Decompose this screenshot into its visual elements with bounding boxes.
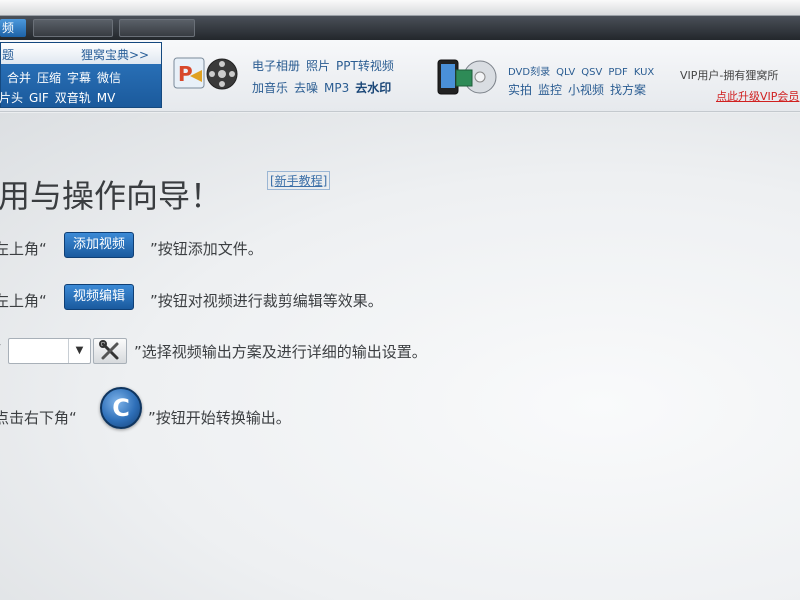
tab-add-effects[interactable] <box>119 19 195 37</box>
step-text: ”按钮开始转换输出。 <box>148 409 291 427</box>
feature-link-ppt-to-video[interactable]: PPT转视频 <box>336 59 394 73</box>
edit-video-button[interactable]: 视频编辑 <box>64 284 135 310</box>
tips-title: 题 <box>2 48 15 62</box>
vip-upgrade-link[interactable]: 点此升级VIP会员 <box>716 88 799 104</box>
feature-row-1: 电子相册 照片 PPT转视频 <box>252 57 400 74</box>
guide-panel: 用与操作向导！ [新手教程] 左上角“ 添加视频 ”按钮添加文件。 左上角“ 视… <box>0 113 800 600</box>
feature-link-photo[interactable]: 照片 <box>306 59 330 73</box>
feature-link-pdf[interactable]: PDF <box>608 67 627 78</box>
tab-video[interactable]: 频 <box>0 19 26 37</box>
title-bar <box>0 0 800 16</box>
feature-link-monitor[interactable]: 监控 <box>538 83 562 97</box>
step-text: 左上角“ <box>0 240 47 258</box>
tab-video-edit[interactable] <box>33 19 113 37</box>
tutorial-link[interactable]: [新手教程] <box>267 171 331 190</box>
start-convert-button[interactable]: C <box>100 387 142 429</box>
step-text: ”按钮添加文件。 <box>150 240 263 258</box>
tools-icon <box>99 340 119 360</box>
step-text: ”按钮对视频进行裁剪编辑等效果。 <box>150 292 383 310</box>
tip-link-dual-audio[interactable]: 双音轨 <box>55 91 91 105</box>
feature-link-qsv[interactable]: QSV <box>581 67 602 78</box>
feature-row-3: DVD刻录 QLV QSV PDF KUX <box>508 63 660 78</box>
chevron-down-icon[interactable]: ▼ <box>68 339 90 363</box>
output-format-select[interactable]: ▼ <box>8 338 91 364</box>
tips-header: 题 狸窝宝典>> <box>1 43 161 64</box>
feature-link-find-solution[interactable]: 找方案 <box>610 83 646 97</box>
feature-link-remove-watermark[interactable]: 去水印 <box>355 81 391 95</box>
feature-link-kux[interactable]: KUX <box>634 67 654 78</box>
tips-row-1: 合并 压缩 字幕 微信 <box>7 69 167 86</box>
feature-link-live-shot[interactable]: 实拍 <box>508 83 532 97</box>
convert-icon: C <box>112 394 130 422</box>
feature-banner: 题 狸窝宝典>> 合并 压缩 字幕 微信 片头 GIF 双音轨 MV P 电子相册 照片 PPT… <box>0 40 800 112</box>
tip-link-wechat[interactable]: 微信 <box>97 71 121 85</box>
feature-link-mp3[interactable]: MP3 <box>324 81 349 95</box>
tip-link-mv[interactable]: MV <box>97 91 116 105</box>
tip-link-merge[interactable]: 合并 <box>7 71 31 85</box>
step-text: 左上角“ <box>0 292 47 310</box>
feature-link-short-video[interactable]: 小视频 <box>568 83 604 97</box>
tips-box: 题 狸窝宝典>> 合并 压缩 字幕 微信 片头 GIF 双音轨 MV <box>0 42 162 108</box>
guide-link[interactable]: 狸窝宝典>> <box>81 46 149 63</box>
output-settings-button[interactable] <box>93 338 127 364</box>
toolbar: 频 <box>0 16 800 40</box>
tip-link-gif[interactable]: GIF <box>29 91 49 105</box>
tips-row-2: 片头 GIF 双音轨 MV <box>0 89 159 106</box>
vip-info-text: VIP用户-拥有狸窝所 <box>680 69 779 82</box>
ppt-film-icon[interactable]: P <box>172 54 242 94</box>
tip-link-compress[interactable]: 压缩 <box>37 71 61 85</box>
guide-heading: 用与操作向导！ <box>0 177 223 215</box>
svg-text:P: P <box>178 62 193 86</box>
feature-link-denoise[interactable]: 去噪 <box>294 81 318 95</box>
add-video-button[interactable]: 添加视频 <box>64 232 135 258</box>
step-text: ”选择视频输出方案及进行详细的输出设置。 <box>134 343 427 361</box>
feature-row-2: 加音乐 去噪 MP3 去水印 <box>252 79 397 96</box>
feature-row-4: 实拍 监控 小视频 找方案 <box>508 81 652 98</box>
step-text: 点击右下角“ <box>0 409 77 427</box>
phone-dvd-icon[interactable] <box>436 58 498 96</box>
feature-link-qlv[interactable]: QLV <box>556 67 575 78</box>
feature-link-dvd-burn[interactable]: DVD刻录 <box>508 67 550 78</box>
step-text: “ <box>0 341 2 359</box>
tip-link-intro[interactable]: 片头 <box>0 91 23 105</box>
feature-link-add-music[interactable]: 加音乐 <box>252 81 288 95</box>
tip-link-subtitle[interactable]: 字幕 <box>67 71 91 85</box>
feature-link-photo-album[interactable]: 电子相册 <box>252 59 300 73</box>
